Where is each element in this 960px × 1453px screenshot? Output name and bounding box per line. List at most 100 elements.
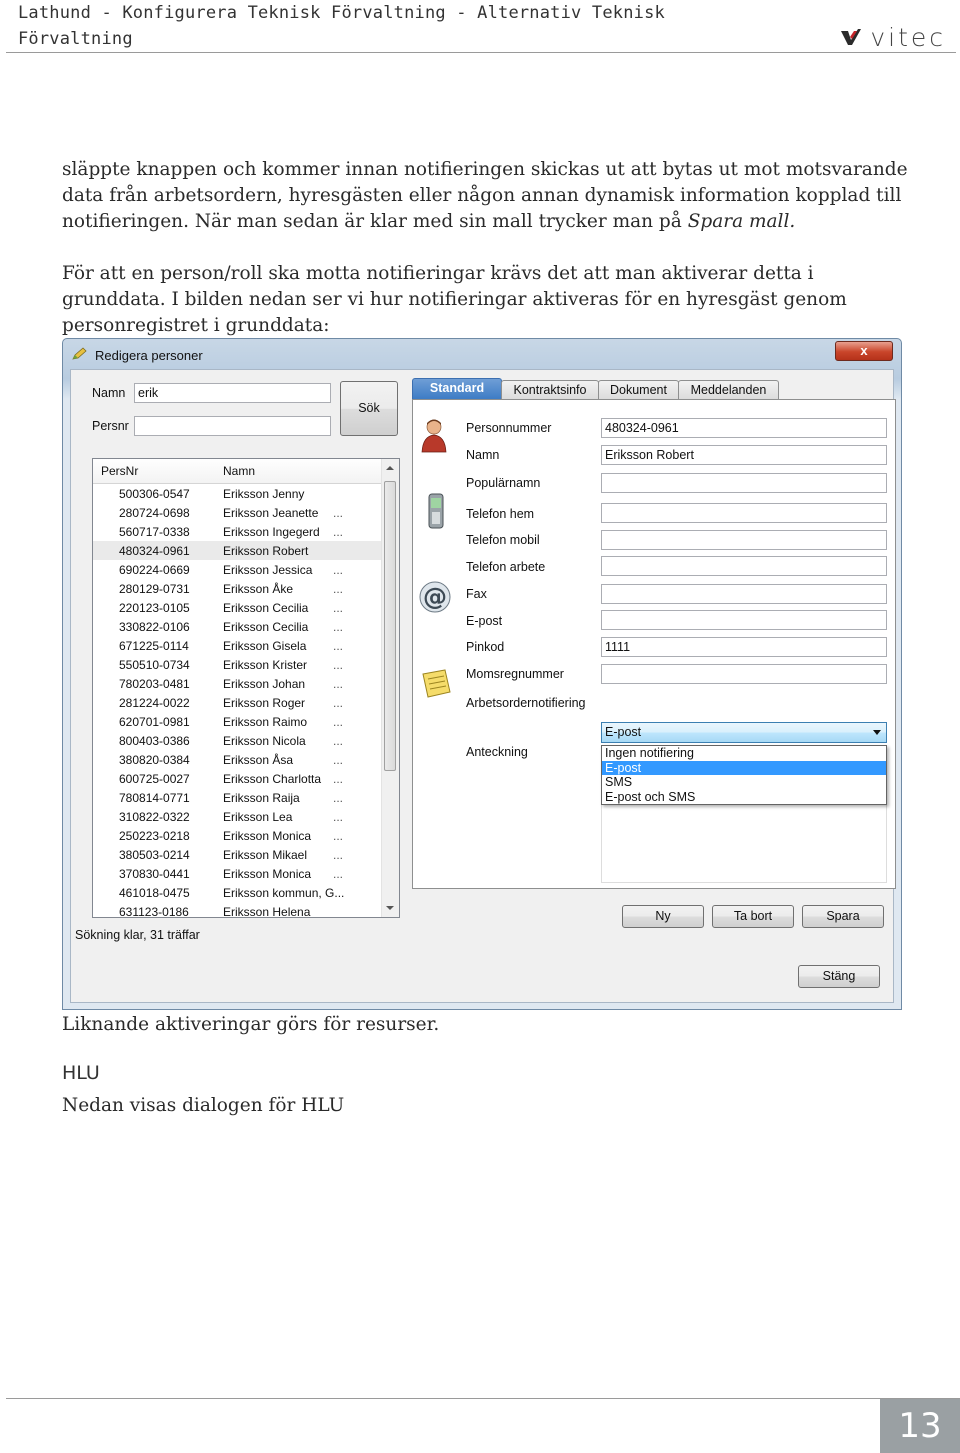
pinkod-field[interactable]: 1111 xyxy=(601,637,887,657)
row-persnr: 330822-0106 xyxy=(119,620,190,634)
table-row[interactable]: 480324-0961 Eriksson Robert xyxy=(93,541,381,560)
table-row[interactable]: 800403-0386 Eriksson Nicola... xyxy=(93,731,381,750)
document-header-title: Lathund - Konfigurera Teknisk Förvaltnin… xyxy=(18,3,665,49)
scroll-up-icon[interactable] xyxy=(386,466,394,470)
row-namn: Eriksson Lea xyxy=(223,810,293,824)
row-namn: Eriksson Raimo xyxy=(223,715,308,729)
table-row[interactable]: 370830-0441 Eriksson Monica... xyxy=(93,864,381,883)
row-persnr: 600725-0027 xyxy=(119,772,190,786)
table-row[interactable]: 280724-0698 Eriksson Jeanette... xyxy=(93,503,381,522)
window-title: Redigera personer xyxy=(95,348,203,363)
row-namn: Eriksson Charlotta xyxy=(223,772,322,786)
sok-button[interactable]: Sök xyxy=(340,381,398,436)
table-row[interactable]: 620701-0981 Eriksson Raimo... xyxy=(93,712,381,731)
option-epost[interactable]: E-post xyxy=(602,760,886,775)
scrollbar-thumb[interactable] xyxy=(384,481,396,771)
table-row[interactable]: 250223-0218 Eriksson Monica... xyxy=(93,826,381,845)
row-persnr: 281224-0022 xyxy=(119,696,190,710)
table-row[interactable]: 560717-0338 Eriksson Ingegerd... xyxy=(93,522,381,541)
ta-bort-button[interactable]: Ta bort xyxy=(712,905,794,928)
telefon-mobil-field[interactable] xyxy=(601,530,887,550)
table-row[interactable]: 380820-0384 Eriksson Åsa... xyxy=(93,750,381,769)
telefon-hem-field[interactable] xyxy=(601,503,887,523)
popularnamn-field[interactable] xyxy=(601,473,887,493)
epost-field[interactable] xyxy=(601,610,887,630)
row-more: ... xyxy=(333,506,344,520)
option-sms[interactable]: SMS xyxy=(602,775,886,790)
namn-column-header[interactable]: Namn xyxy=(223,464,255,478)
momsregnummer-field[interactable] xyxy=(601,664,887,684)
table-row[interactable]: 280129-0731 Eriksson Åke... xyxy=(93,579,381,598)
table-row[interactable]: 310822-0322 Eriksson Lea... xyxy=(93,807,381,826)
table-row[interactable]: 380503-0214 Eriksson Mikael... xyxy=(93,845,381,864)
table-row[interactable]: 461018-0475 Eriksson kommun, G... xyxy=(93,883,381,902)
list-scrollbar[interactable] xyxy=(381,459,399,917)
table-row[interactable]: 690224-0669 Eriksson Jessica... xyxy=(93,560,381,579)
persnr-search-input[interactable] xyxy=(134,416,331,436)
tab-standard[interactable]: Standard xyxy=(412,378,502,399)
paragraph-3: Liknande aktiveringar görs för resurser. xyxy=(62,1014,440,1035)
tab-kontraktsinfo[interactable]: Kontraktsinfo xyxy=(501,380,599,399)
mobile-phone-icon xyxy=(428,493,444,529)
email-at-icon: @ xyxy=(419,581,451,613)
scroll-down-icon[interactable] xyxy=(386,906,394,910)
row-more: ... xyxy=(333,867,344,881)
row-namn: Eriksson Jenny xyxy=(223,487,305,501)
arbetsordernotifiering-dropdown[interactable]: E-post xyxy=(601,722,887,743)
row-more: ... xyxy=(333,696,344,710)
row-namn: Eriksson Johan xyxy=(223,677,306,691)
row-more: ... xyxy=(333,658,344,672)
row-more: ... xyxy=(333,677,344,691)
row-more: ... xyxy=(333,582,344,596)
ny-button[interactable]: Ny xyxy=(622,905,704,928)
row-persnr: 780814-0771 xyxy=(119,791,190,805)
row-persnr: 500306-0547 xyxy=(119,487,190,501)
row-persnr: 800403-0386 xyxy=(119,734,190,748)
row-persnr: 550510-0734 xyxy=(119,658,190,672)
stang-button[interactable]: Stäng xyxy=(798,965,880,988)
spara-button[interactable]: Spara xyxy=(802,905,884,928)
row-namn: Eriksson Åke xyxy=(223,582,294,596)
table-row[interactable]: 550510-0734 Eriksson Krister... xyxy=(93,655,381,674)
status-text: Sökning klar, 31 träffar xyxy=(75,928,200,942)
telefon-arbete-field[interactable] xyxy=(601,556,887,576)
personnummer-field[interactable]: 480324-0961 xyxy=(601,418,887,438)
chevron-down-icon[interactable] xyxy=(873,730,881,735)
row-persnr: 220123-0105 xyxy=(119,601,190,615)
row-persnr: 370830-0441 xyxy=(119,867,190,881)
tab-dokument[interactable]: Dokument xyxy=(598,380,679,399)
tab-meddelanden[interactable]: Meddelanden xyxy=(678,380,779,399)
namn-search-input[interactable]: erik xyxy=(134,383,331,403)
table-row[interactable]: 500306-0547 Eriksson Jenny xyxy=(93,484,381,503)
table-row[interactable]: 631123-0186 Eriksson Helena xyxy=(93,902,381,917)
fax-field[interactable] xyxy=(601,584,887,604)
table-row[interactable]: 671225-0114 Eriksson Gisela... xyxy=(93,636,381,655)
row-namn: Eriksson kommun, G... xyxy=(223,886,345,900)
notepad-icon xyxy=(422,669,451,698)
table-row[interactable]: 780814-0771 Eriksson Raija... xyxy=(93,788,381,807)
persnr-column-header[interactable]: PersNr xyxy=(101,464,138,478)
row-more: ... xyxy=(333,563,344,577)
telefon-arbete-label: Telefon arbete xyxy=(466,560,546,574)
table-row[interactable]: 780203-0481 Eriksson Johan... xyxy=(93,674,381,693)
table-row[interactable]: 281224-0022 Eriksson Roger... xyxy=(93,693,381,712)
row-namn: Eriksson Åsa xyxy=(223,753,294,767)
table-row[interactable]: 330822-0106 Eriksson Cecilia... xyxy=(93,617,381,636)
anteckning-textarea[interactable] xyxy=(601,805,887,883)
row-namn: Eriksson Cecilia xyxy=(223,620,309,634)
row-more: ... xyxy=(333,525,344,539)
popularnamn-label: Populärnamn xyxy=(466,476,541,490)
option-epost-och-sms[interactable]: E-post och SMS xyxy=(602,790,886,805)
row-namn: Eriksson Jeanette xyxy=(223,506,319,520)
row-persnr: 690224-0669 xyxy=(119,563,190,577)
namn-field[interactable]: Eriksson Robert xyxy=(601,445,887,465)
option-ingen-notifiering[interactable]: Ingen notifiering xyxy=(602,746,886,761)
dropdown-selected-value: E-post xyxy=(605,725,642,739)
row-namn: Eriksson Monica xyxy=(223,867,312,881)
window-titlebar: Redigera personer x xyxy=(63,339,901,369)
table-row[interactable]: 600725-0027 Eriksson Charlotta... xyxy=(93,769,381,788)
table-row[interactable]: 220123-0105 Eriksson Cecilia... xyxy=(93,598,381,617)
notification-options-list: Ingen notifiering E-post SMS E-post och … xyxy=(601,745,887,805)
row-more: ... xyxy=(333,810,344,824)
close-button[interactable]: x xyxy=(835,341,893,361)
